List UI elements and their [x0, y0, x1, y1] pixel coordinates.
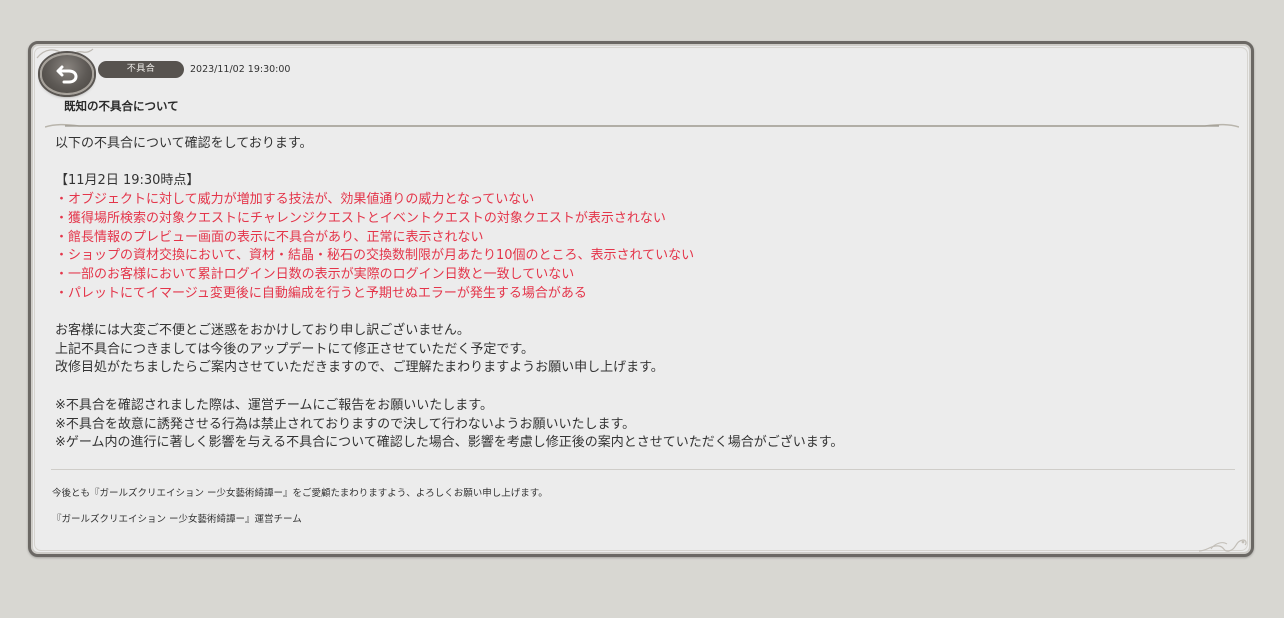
issue-item: ・獲得場所検索の対象クエストにチャレンジクエストとイベントクエストの対象クエスト… — [55, 210, 666, 226]
notice-body: 以下の不具合について確認をしております。 【11月2日 19:30時点】 ・オブ… — [55, 135, 1235, 453]
post-date: 2023/11/02 19:30:00 — [190, 64, 291, 75]
signature-text: 『ガールズクリエイション ー少女藝術綺譚ー』運営チーム — [52, 514, 302, 525]
page-title: 既知の不具合について — [64, 99, 179, 113]
notice-panel: 不具合 2023/11/02 19:30:00 既知の不具合について 以下の不具… — [28, 41, 1254, 557]
note-line: ※ゲーム内の進行に著しく影響を与える不具合について確認した場合、影響を考慮し修正… — [55, 435, 844, 451]
intro-text: 以下の不具合について確認をしております。 — [55, 136, 313, 151]
issue-item: ・ショップの資材交換において、資材・結晶・秘石の交換数制限が月あたり10個のとこ… — [55, 248, 695, 264]
back-arrow-icon — [56, 65, 78, 84]
issue-item: ・オブジェクトに対して威力が増加する技法が、効果値通りの威力となっていない — [55, 192, 535, 208]
apology-line: 改修目処がたちましたらご案内させていただきますので、ご理解たまわりますようお願い… — [55, 360, 664, 376]
footer-divider — [51, 469, 1235, 470]
issue-item: ・一部のお客様において累計ログイン日数の表示が実際のログイン日数と一致していない — [55, 266, 575, 282]
back-button[interactable] — [40, 53, 94, 95]
note-line: ※不具合を確認されました際は、運営チームにご報告をお願いいたします。 — [55, 397, 493, 413]
note-line: ※不具合を故意に誘発させる行為は禁止されておりますので決して行わないようお願いい… — [55, 416, 636, 432]
corner-ornament-icon — [1198, 539, 1247, 552]
issues-heading: 【11月2日 19:30時点】 — [55, 173, 200, 189]
apology-line: 上記不具合につきましては今後のアップデートにて修正させていただく予定です。 — [55, 341, 535, 357]
apology-line: お客様には大変ご不便とご迷惑をおかけしており申し訳ございません。 — [55, 323, 470, 338]
issue-item: ・館長情報のプレビュー画面の表示に不具合があり、正常に表示されない — [55, 229, 484, 245]
closing-text: 今後とも『ガールズクリエイション ー少女藝術綺譚ー』をご愛顧たまわりますよう、よ… — [52, 488, 548, 499]
title-divider — [45, 123, 1239, 128]
issue-item: ・パレットにてイマージュ変更後に自動編成を行うと予期せぬエラーが発生する場合があ… — [55, 285, 587, 301]
category-badge: 不具合 — [98, 61, 184, 78]
